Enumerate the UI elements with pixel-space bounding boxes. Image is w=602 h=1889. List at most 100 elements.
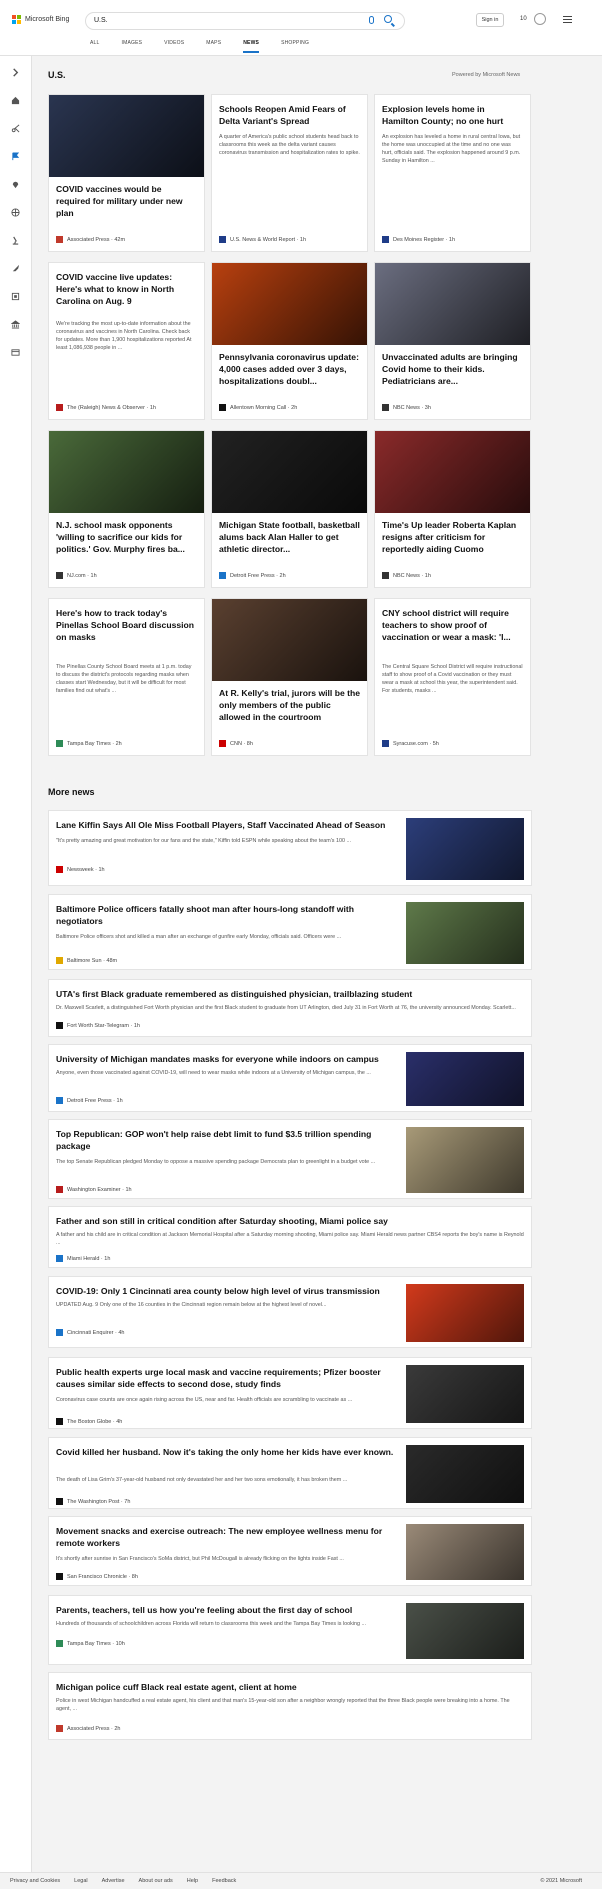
news-card-source[interactable]: Syracuse.com · 5h: [382, 740, 439, 747]
news-card-source[interactable]: NBC News · 1h: [382, 572, 431, 579]
more-news-item[interactable]: Parents, teachers, tell us how you're fe…: [48, 1595, 532, 1665]
more-news-source[interactable]: Miami Herald · 1h: [56, 1255, 110, 1262]
news-card[interactable]: Explosion levels home in Hamilton County…: [374, 94, 531, 252]
more-news-title[interactable]: Parents, teachers, tell us how you're fe…: [56, 1604, 396, 1616]
news-card-title[interactable]: Pennsylvania coronavirus update: 4,000 c…: [219, 351, 360, 387]
news-card-title[interactable]: N.J. school mask opponents 'willing to s…: [56, 519, 197, 555]
flag-icon[interactable]: [11, 152, 20, 161]
more-news-title[interactable]: COVID-19: Only 1 Cincinnati area county …: [56, 1285, 396, 1297]
search-box[interactable]: U.S.: [85, 12, 405, 30]
news-card[interactable]: N.J. school mask opponents 'willing to s…: [48, 430, 205, 588]
more-news-item[interactable]: COVID-19: Only 1 Cincinnati area county …: [48, 1276, 532, 1348]
footer-link[interactable]: Advertise: [102, 1878, 125, 1884]
news-card[interactable]: Unvaccinated adults are bringing Covid h…: [374, 262, 531, 420]
news-card[interactable]: COVID vaccine live updates: Here's what …: [48, 262, 205, 420]
scissors-icon[interactable]: [11, 124, 20, 133]
microscope-icon[interactable]: [11, 236, 20, 245]
search-icon[interactable]: [384, 15, 392, 23]
tab-all[interactable]: ALL: [90, 40, 100, 53]
news-card-image[interactable]: [375, 431, 530, 513]
more-news-thumbnail[interactable]: [406, 1052, 524, 1106]
news-card[interactable]: Pennsylvania coronavirus update: 4,000 c…: [211, 262, 368, 420]
more-news-thumbnail[interactable]: [406, 818, 524, 880]
more-news-item[interactable]: UTA's first Black graduate remembered as…: [48, 979, 532, 1037]
more-news-title[interactable]: Covid killed her husband. Now it's takin…: [56, 1446, 396, 1458]
news-card-image[interactable]: [49, 431, 204, 513]
more-news-item[interactable]: Baltimore Police officers fatally shoot …: [48, 894, 532, 970]
more-news-title[interactable]: Michigan police cuff Black real estate a…: [56, 1681, 524, 1693]
more-news-source[interactable]: The Boston Globe · 4h: [56, 1418, 122, 1425]
news-card-source[interactable]: The (Raleigh) News & Observer · 1h: [56, 404, 156, 411]
more-news-item[interactable]: Movement snacks and exercise outreach: T…: [48, 1516, 532, 1586]
more-news-source[interactable]: Tampa Bay Times · 10h: [56, 1640, 125, 1647]
more-news-thumbnail[interactable]: [406, 1284, 524, 1342]
news-card-title[interactable]: Time's Up leader Roberta Kaplan resigns …: [382, 519, 523, 555]
location-icon[interactable]: [11, 180, 20, 189]
news-card-source[interactable]: Detroit Free Press · 2h: [219, 572, 286, 579]
news-card-source[interactable]: Tampa Bay Times · 2h: [56, 740, 122, 747]
footer-link[interactable]: Legal: [74, 1878, 87, 1884]
expand-icon[interactable]: [11, 68, 20, 77]
more-news-thumbnail[interactable]: [406, 1127, 524, 1193]
more-news-title[interactable]: University of Michigan mandates masks fo…: [56, 1053, 396, 1065]
news-card-source[interactable]: NJ.com · 1h: [56, 572, 97, 579]
more-news-source[interactable]: Detroit Free Press · 1h: [56, 1097, 123, 1104]
more-news-title[interactable]: Movement snacks and exercise outreach: T…: [56, 1525, 396, 1549]
more-news-source[interactable]: The Washington Post · 7h: [56, 1498, 130, 1505]
menu-icon[interactable]: [563, 16, 572, 25]
more-news-item[interactable]: Lane Kiffin Says All Ole Miss Football P…: [48, 810, 532, 886]
news-card-title[interactable]: COVID vaccines would be required for mil…: [56, 183, 197, 219]
powered-by[interactable]: Powered by Microsoft News: [452, 72, 520, 78]
film-icon[interactable]: [11, 292, 20, 301]
news-card[interactable]: CNY school district will require teacher…: [374, 598, 531, 756]
more-news-item[interactable]: Michigan police cuff Black real estate a…: [48, 1672, 532, 1740]
more-news-source[interactable]: Fort Worth Star-Telegram · 1h: [56, 1022, 140, 1029]
home-icon[interactable]: [11, 96, 20, 105]
news-card-image[interactable]: [375, 263, 530, 345]
news-card-source[interactable]: Associated Press · 42m: [56, 236, 125, 243]
bing-logo[interactable]: Microsoft Bing: [12, 15, 69, 24]
news-card-title[interactable]: Schools Reopen Amid Fears of Delta Varia…: [219, 103, 360, 127]
more-news-source[interactable]: Cincinnati Enquirer · 4h: [56, 1329, 124, 1336]
more-news-thumbnail[interactable]: [406, 1445, 524, 1503]
news-card-image[interactable]: [49, 95, 204, 177]
news-card-image[interactable]: [212, 431, 367, 513]
tab-videos[interactable]: VIDEOS: [164, 40, 184, 53]
more-news-title[interactable]: Top Republican: GOP won't help raise deb…: [56, 1128, 396, 1152]
footer-link[interactable]: Help: [187, 1878, 198, 1884]
more-news-source[interactable]: Associated Press · 2h: [56, 1725, 121, 1732]
bank-icon[interactable]: [11, 320, 20, 329]
more-news-source[interactable]: San Francisco Chronicle · 8h: [56, 1573, 138, 1580]
more-news-title[interactable]: UTA's first Black graduate remembered as…: [56, 988, 524, 1000]
news-card-source[interactable]: U.S. News & World Report · 1h: [219, 236, 306, 243]
search-input[interactable]: U.S.: [94, 17, 108, 24]
news-card-source[interactable]: CNN · 8h: [219, 740, 253, 747]
sign-in-button[interactable]: Sign in: [476, 13, 504, 27]
more-news-item[interactable]: University of Michigan mandates masks fo…: [48, 1044, 532, 1112]
more-news-item[interactable]: Top Republican: GOP won't help raise deb…: [48, 1119, 532, 1199]
footer-link[interactable]: About our ads: [139, 1878, 173, 1884]
news-card[interactable]: COVID vaccines would be required for mil…: [48, 94, 205, 252]
more-news-thumbnail[interactable]: [406, 1524, 524, 1580]
news-card[interactable]: Here's how to track today's Pinellas Sch…: [48, 598, 205, 756]
more-news-item[interactable]: Public health experts urge local mask an…: [48, 1357, 532, 1429]
tab-images[interactable]: IMAGES: [122, 40, 143, 53]
more-news-item[interactable]: Covid killed her husband. Now it's takin…: [48, 1437, 532, 1509]
more-news-title[interactable]: Father and son still in critical conditi…: [56, 1215, 524, 1227]
rewards-count[interactable]: 10: [520, 16, 527, 22]
tab-news[interactable]: NEWS: [243, 40, 260, 53]
tab-maps[interactable]: MAPS: [206, 40, 221, 53]
more-news-thumbnail[interactable]: [406, 1603, 524, 1659]
news-card-title[interactable]: Here's how to track today's Pinellas Sch…: [56, 607, 197, 643]
more-news-title[interactable]: Lane Kiffin Says All Ole Miss Football P…: [56, 819, 396, 831]
more-news-thumbnail[interactable]: [406, 902, 524, 964]
footer-link[interactable]: Feedback: [212, 1878, 236, 1884]
news-card-title[interactable]: Unvaccinated adults are bringing Covid h…: [382, 351, 523, 387]
news-card-title[interactable]: Explosion levels home in Hamilton County…: [382, 103, 523, 127]
news-card-image[interactable]: [212, 263, 367, 345]
rewards-medal-icon[interactable]: [534, 13, 546, 25]
news-card-source[interactable]: Des Moines Register · 1h: [382, 236, 455, 243]
more-news-source[interactable]: Newsweek · 1h: [56, 866, 105, 873]
card-icon[interactable]: [11, 348, 20, 357]
microphone-icon[interactable]: [369, 16, 374, 24]
